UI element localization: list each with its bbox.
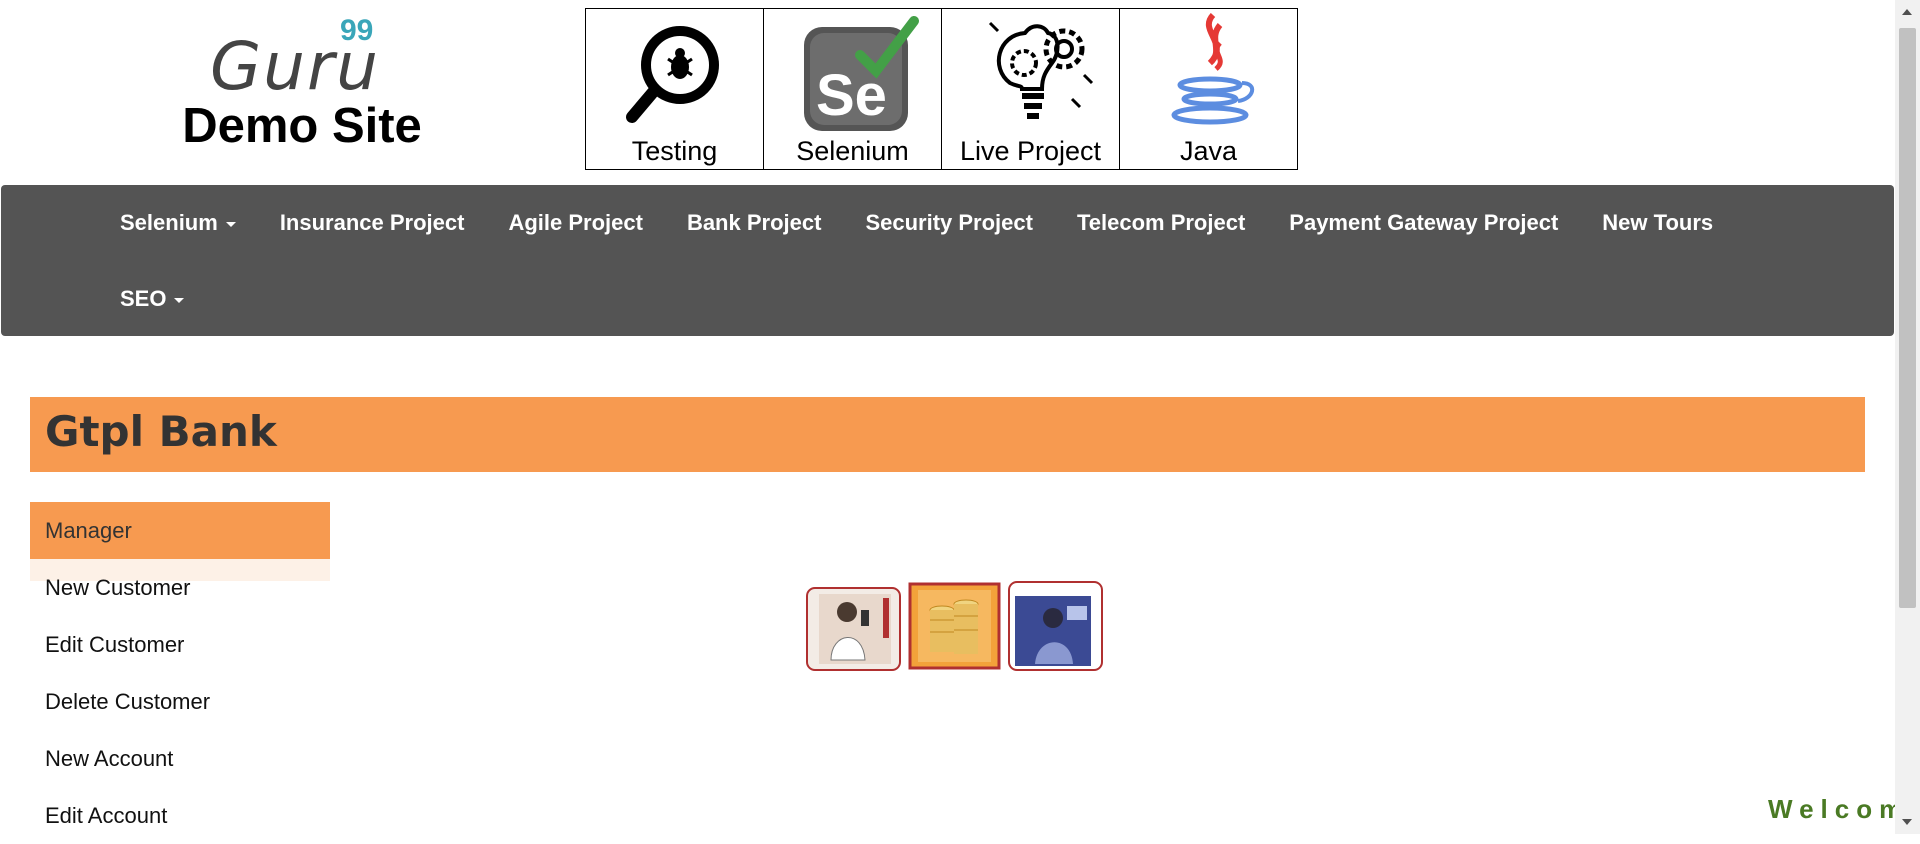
nav-selenium-dropdown[interactable]: Selenium <box>98 210 258 236</box>
java-logo-icon <box>1171 13 1254 125</box>
nav-insurance-project[interactable]: Insurance Project <box>258 210 487 236</box>
lightbulb-gears-icon <box>988 21 1094 119</box>
tile-live-project-label: Live Project <box>959 136 1102 166</box>
nav-telecom-project[interactable]: Telecom Project <box>1055 210 1267 236</box>
nav-agile-project[interactable]: Agile Project <box>486 210 664 236</box>
tile-java[interactable]: Java <box>1120 9 1297 169</box>
main-navbar: Selenium Insurance Project Agile Project… <box>1 185 1894 336</box>
nav-seo-label: SEO <box>120 286 167 311</box>
tile-live-project[interactable]: Live Project <box>942 9 1120 169</box>
tile-testing[interactable]: Testing <box>586 9 764 169</box>
scrollbar-thumb[interactable] <box>1899 28 1916 608</box>
scroll-down-arrow-icon[interactable] <box>1902 819 1912 825</box>
nav-security-project[interactable]: Security Project <box>843 210 1055 236</box>
bank-banner-images <box>805 580 1108 672</box>
tile-selenium[interactable]: Se Selenium <box>764 9 942 169</box>
tile-java-label: Java <box>1179 136 1238 166</box>
banner-image-coins <box>908 582 1001 670</box>
navbar-row-2: SEO <box>98 261 206 337</box>
bank-title: Gtpl Bank <box>45 407 277 456</box>
caret-down-icon <box>225 221 236 227</box>
manager-sidebar: Manager New Customer Edit Customer Delet… <box>30 502 330 844</box>
scroll-up-arrow-icon[interactable] <box>1902 9 1912 15</box>
tile-testing-label: Testing <box>631 136 718 166</box>
navbar-row-1: Selenium Insurance Project Agile Project… <box>98 185 1735 261</box>
nav-payment-gateway-project[interactable]: Payment Gateway Project <box>1267 210 1580 236</box>
page-scrollbar[interactable] <box>1895 0 1920 834</box>
tile-selenium-label: Selenium <box>796 136 909 166</box>
banner-image-woman <box>1008 581 1103 671</box>
nav-new-tours[interactable]: New Tours <box>1580 210 1735 236</box>
sidebar-item-new-account[interactable]: New Account <box>30 730 330 787</box>
course-tiles: Testing Se Selenium Live Project Java <box>585 8 1298 170</box>
logo-demo-site-text: Demo Site <box>182 99 422 153</box>
caret-down-icon <box>174 297 185 303</box>
guru99-logo[interactable]: Guru 99 Demo Site <box>170 14 430 154</box>
sidebar-item-delete-customer[interactable]: Delete Customer <box>30 673 330 730</box>
magnifier-bug-icon <box>626 26 719 123</box>
bank-title-bar: Gtpl Bank <box>30 397 1865 472</box>
nav-seo-dropdown[interactable]: SEO <box>98 286 206 312</box>
sidebar-item-new-customer[interactable]: New Customer <box>30 559 330 616</box>
nav-selenium-label: Selenium <box>120 210 218 235</box>
nav-bank-project[interactable]: Bank Project <box>665 210 844 236</box>
sidebar-item-edit-customer[interactable]: Edit Customer <box>30 616 330 673</box>
sidebar-item-edit-account[interactable]: Edit Account <box>30 787 330 844</box>
selenium-logo-icon: Se <box>804 16 919 131</box>
logo-99-superscript: 99 <box>340 14 374 47</box>
welcome-marquee: Welcom <box>1768 794 1910 824</box>
sidebar-item-manager[interactable]: Manager <box>30 502 330 559</box>
banner-image-phone-man <box>806 587 901 671</box>
sidebar-manager-label: Manager <box>45 518 132 543</box>
